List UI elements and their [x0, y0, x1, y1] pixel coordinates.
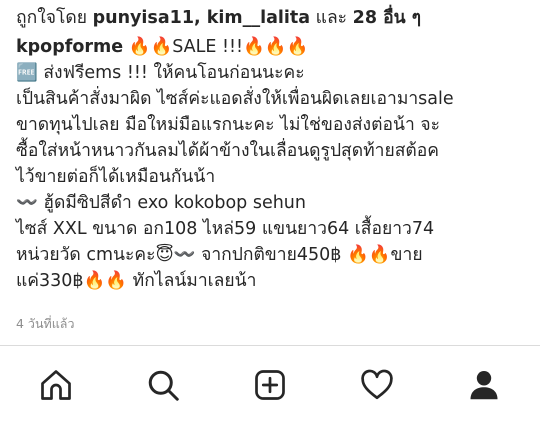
caption-line: ขาดทุนไปเลย มือใหม่มือแรกนะคะ ไม่ใช่ของส…	[16, 115, 440, 135]
home-icon	[40, 369, 71, 400]
liked-by-line[interactable]: ถูกใจโดย punyisa11, kim__lalita และ 28 อ…	[16, 4, 530, 32]
caption-line: 〰️ ฮู้ดมีซิปสีดำ exo kokobop sehun	[16, 193, 306, 213]
caption-line: ไซส์ XXL ขนาด อก108 ไหล่59 แขนยาว64 เสื้…	[16, 219, 435, 239]
nav-profile-button[interactable]	[454, 355, 514, 415]
nav-search-button[interactable]	[133, 355, 193, 415]
caption-text: 🔥🔥SALE !!!🔥🔥🔥	[128, 37, 309, 57]
post-timestamp: 4 วันที่แล้ว	[16, 316, 75, 331]
caption-line: เป็นสินค้าสั่งมาผิด ไซส์ค่ะแอดสั่งให้เพื…	[16, 89, 454, 109]
nav-add-button[interactable]	[240, 355, 300, 415]
caption-line: หน่วยวัด cmนะคะ😇〰️ จากปกติขาย450฿ 🔥🔥ขาย	[16, 245, 423, 265]
heart-icon	[361, 369, 393, 399]
caption: kpopforme 🔥🔥SALE !!!🔥🔥🔥 🆓 ส่งฟรีems !!! …	[16, 34, 530, 294]
liked-by-users[interactable]: punyisa11, kim__lalita	[93, 8, 311, 28]
caption-line: แค่330฿🔥🔥 ทักไลน์มาเลยน้า	[16, 271, 257, 291]
caption-line: 🆓 ส่งฟรีems !!! ให้คนโอนก่อนนะคะ	[16, 63, 305, 83]
liked-by-middle: และ	[310, 8, 353, 28]
nav-activity-button[interactable]	[347, 355, 407, 415]
search-icon	[148, 370, 179, 401]
caption-line: ซื้อใส่หน้าหนาวกันลมได้ผ้าข้างในเลื่อนดู…	[16, 141, 439, 161]
liked-by-count[interactable]: 28 อื่น ๆ	[353, 8, 421, 28]
caption-line-1: kpopforme 🔥🔥SALE !!!🔥🔥🔥	[16, 34, 530, 60]
caption-line: ไว้ขายต่อก็ได้เหมือนกันน้า	[16, 167, 216, 187]
add-post-icon	[255, 369, 285, 400]
post-details: ถูกใจโดย punyisa11, kim__lalita และ 28 อ…	[16, 4, 530, 294]
liked-by-prefix: ถูกใจโดย	[16, 8, 93, 28]
profile-icon	[470, 370, 498, 399]
caption-username[interactable]: kpopforme	[16, 37, 123, 57]
nav-home-button[interactable]	[26, 355, 86, 415]
bottom-nav	[0, 346, 540, 423]
